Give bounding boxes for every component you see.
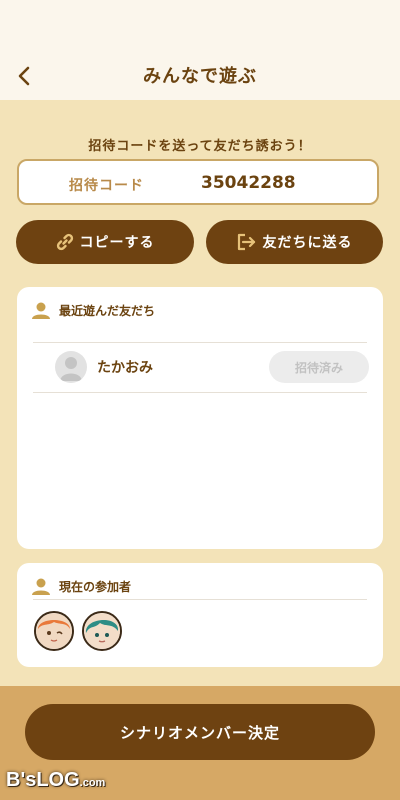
- share-exit-icon: [237, 233, 255, 251]
- participants-heading-text: 現在の参加者: [59, 579, 132, 594]
- invited-status-badge: 招待済み: [269, 351, 369, 383]
- watermark-suffix: .com: [79, 777, 106, 789]
- send-button-label: 友だちに送る: [262, 235, 353, 251]
- friend-name: たかおみ: [97, 360, 153, 376]
- header-bar: みんなで遊ぶ: [0, 0, 400, 100]
- avatar: [55, 351, 87, 383]
- invite-code-field[interactable]: 招待コード 35042288: [17, 159, 379, 205]
- send-to-friend-button[interactable]: 友だちに送る: [206, 220, 383, 264]
- teal-hair-character-avatar[interactable]: [82, 611, 122, 651]
- watermark-brand: B'sLOG: [6, 769, 80, 791]
- orange-hair-character-icon: [36, 613, 72, 649]
- person-icon: [32, 578, 50, 595]
- confirm-scenario-members-button[interactable]: シナリオメンバー決定: [25, 704, 375, 760]
- divider: [33, 392, 367, 393]
- recent-friends-card: 最近遊んだ友だち たかおみ 招待済み: [17, 287, 383, 549]
- recent-friends-heading: 最近遊んだ友だち: [31, 301, 155, 319]
- orange-hair-character-avatar[interactable]: [34, 611, 74, 651]
- participants-heading: 現在の参加者: [31, 577, 131, 595]
- recent-friends-heading-text: 最近遊んだ友だち: [59, 303, 156, 318]
- person-silhouette-icon: [60, 357, 82, 381]
- divider: [33, 599, 367, 600]
- link-icon: [56, 233, 73, 251]
- participants-card: 現在の参加者: [17, 563, 383, 667]
- page-title: みんなで遊ぶ: [143, 66, 257, 87]
- teal-hair-character-icon: [84, 613, 120, 649]
- copy-button[interactable]: コピーする: [16, 220, 194, 264]
- invite-code-label: 招待コード: [69, 178, 144, 194]
- person-icon: [32, 302, 50, 319]
- copy-button-label: コピーする: [79, 235, 155, 251]
- list-item[interactable]: たかおみ 招待済み: [33, 343, 369, 393]
- invite-code-value: 35042288: [201, 173, 296, 193]
- invite-prompt: 招待コードを送って友だち誘おう！: [88, 139, 312, 154]
- watermark-logo: B'sLOG.com: [6, 769, 105, 792]
